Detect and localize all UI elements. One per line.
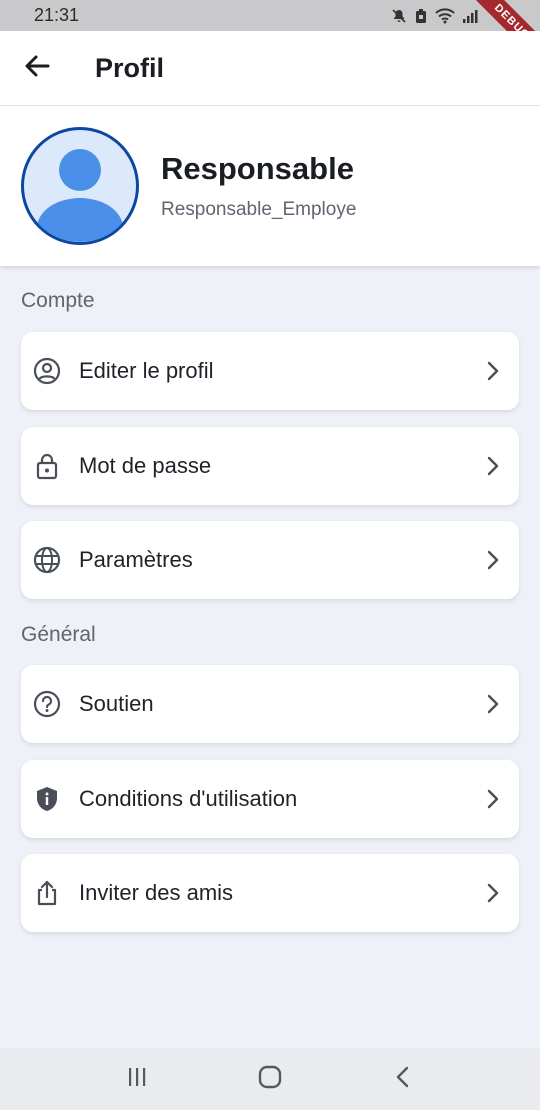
- share-icon: [33, 879, 61, 907]
- wifi-icon: [435, 7, 455, 24]
- section-title-compte: Compte: [21, 289, 95, 312]
- status-icons: [391, 7, 478, 24]
- menu-item-label: Paramètres: [79, 547, 193, 572]
- account-circle-icon: [33, 357, 61, 385]
- menu-item-label: Editer le profil: [79, 358, 214, 383]
- recent-apps-icon: [125, 1065, 149, 1094]
- chevron-right-icon: [483, 789, 503, 809]
- menu-item-label: Conditions d'utilisation: [79, 786, 298, 811]
- menu-item-label: Mot de passe: [79, 453, 212, 478]
- shield-info-icon: [33, 785, 61, 813]
- chevron-right-icon: [483, 550, 503, 570]
- profile-header: Responsable Responsable_Employe: [0, 106, 540, 266]
- profile-text: Responsable Responsable_Employe: [161, 151, 356, 221]
- signal-icon: [462, 8, 478, 24]
- system-nav-bar: [0, 1048, 540, 1110]
- home-icon: [257, 1064, 283, 1095]
- recent-apps-button[interactable]: [117, 1059, 157, 1099]
- avatar[interactable]: [21, 127, 139, 245]
- status-bar: 21:31 DEBUG: [0, 0, 540, 31]
- system-back-button[interactable]: [383, 1059, 423, 1099]
- back-button[interactable]: [17, 48, 57, 88]
- lock-icon: [33, 452, 61, 480]
- status-time: 21:31: [34, 5, 80, 25]
- app-bar: Profil: [0, 31, 540, 106]
- menu-item-terms[interactable]: Conditions d'utilisation: [21, 760, 519, 838]
- section-title-general: Général: [21, 623, 96, 646]
- battery-saver-icon: [414, 8, 428, 24]
- menu-item-label: Soutien: [79, 691, 154, 716]
- home-button[interactable]: [250, 1059, 290, 1099]
- menu-item-edit-profile[interactable]: Editer le profil: [21, 332, 519, 410]
- menu-item-support[interactable]: Soutien: [21, 665, 519, 743]
- arrow-left-icon: [23, 52, 51, 85]
- chevron-right-icon: [483, 694, 503, 714]
- help-circle-icon: [33, 690, 61, 718]
- chevron-right-icon: [483, 883, 503, 903]
- back-icon: [393, 1065, 413, 1094]
- page-title: Profil: [95, 52, 165, 83]
- chevron-right-icon: [483, 456, 503, 476]
- globe-icon: [33, 546, 61, 574]
- menu-item-password[interactable]: Mot de passe: [21, 427, 519, 505]
- profile-name: Responsable: [161, 151, 354, 186]
- menu-item-settings[interactable]: Paramètres: [21, 521, 519, 599]
- mute-icon: [391, 8, 407, 24]
- menu-item-invite-friends[interactable]: Inviter des amis: [21, 854, 519, 932]
- menu-item-label: Inviter des amis: [79, 880, 234, 905]
- profile-role: Responsable_Employe: [161, 199, 357, 220]
- chevron-right-icon: [483, 361, 503, 381]
